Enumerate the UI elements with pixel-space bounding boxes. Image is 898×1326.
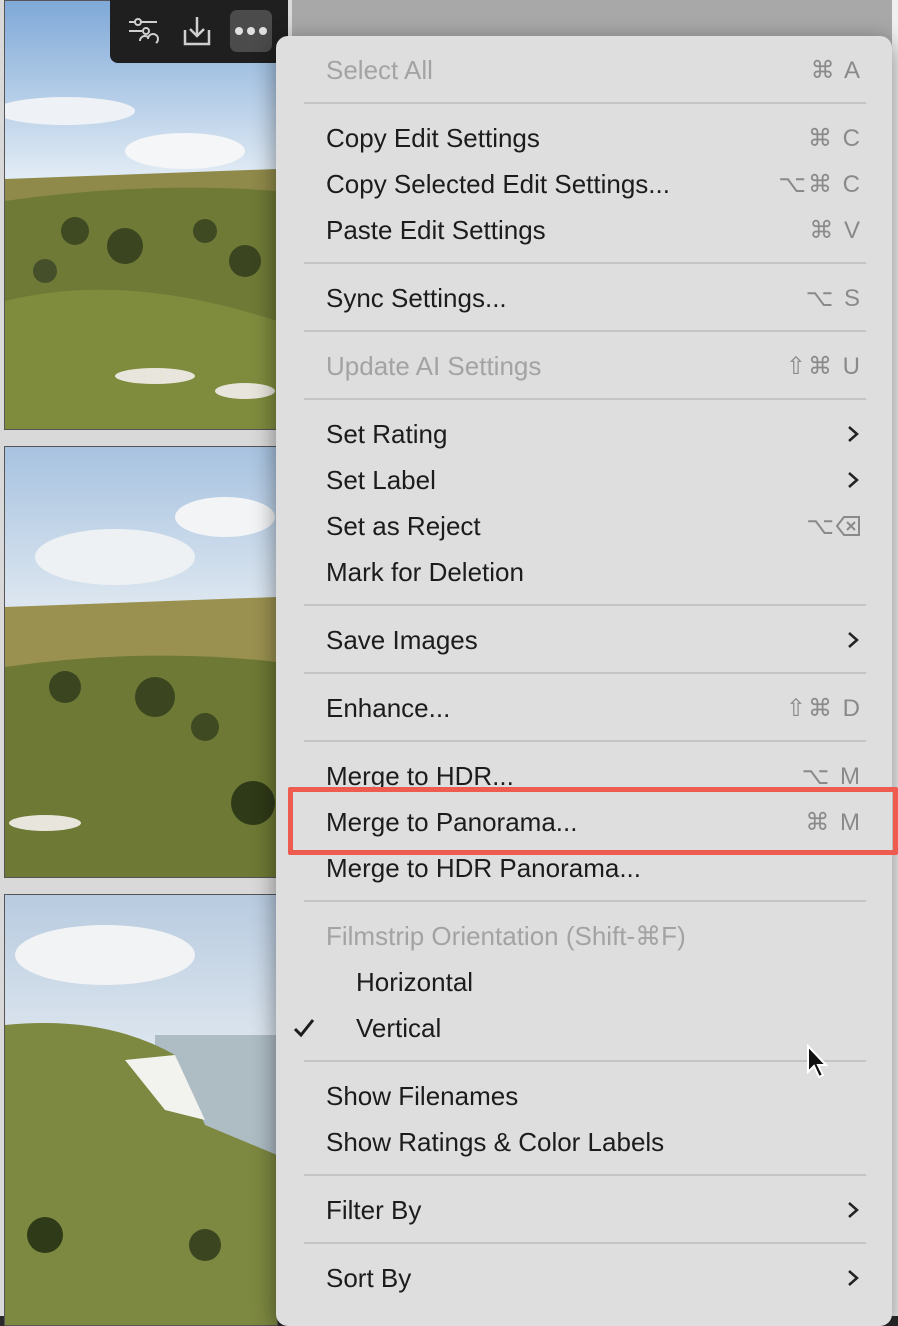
menu-item-copy-selected-edit-settings[interactable]: Copy Selected Edit Settings... ⌥⌘ C xyxy=(326,164,862,204)
mouse-cursor-icon xyxy=(807,1044,829,1079)
chevron-right-icon xyxy=(848,1202,859,1218)
filmstrip-thumbnail[interactable] xyxy=(4,446,278,878)
context-menu: Select All ⌘ A Copy Edit Settings ⌘ C Co… xyxy=(276,36,892,1326)
menu-separator xyxy=(304,330,866,332)
highlight-box xyxy=(288,787,898,855)
filmstrip[interactable] xyxy=(0,0,292,1326)
menu-item-show-filenames[interactable]: Show Filenames xyxy=(326,1076,862,1116)
menu-separator xyxy=(304,398,866,400)
menu-item-copy-edit-settings[interactable]: Copy Edit Settings ⌘ C xyxy=(326,118,862,158)
menu-item-paste-edit-settings[interactable]: Paste Edit Settings ⌘ V xyxy=(326,210,862,250)
menu-item-mark-for-deletion[interactable]: Mark for Deletion xyxy=(326,552,862,592)
more-icon[interactable] xyxy=(230,10,272,52)
chevron-right-icon xyxy=(848,632,859,648)
chevron-right-icon xyxy=(848,1270,859,1286)
chevron-right-icon xyxy=(848,426,859,442)
menu-separator xyxy=(304,604,866,606)
menu-separator xyxy=(304,1060,866,1062)
menu-separator xyxy=(304,1242,866,1244)
menu-separator xyxy=(304,102,866,104)
menu-item-sort-by[interactable]: Sort By xyxy=(326,1258,862,1298)
menu-separator xyxy=(304,262,866,264)
menu-item-enhance[interactable]: Enhance... ⇧⌘ D xyxy=(326,688,862,728)
checkmark-icon xyxy=(293,1019,315,1038)
menu-item-vertical[interactable]: Vertical xyxy=(356,1008,862,1048)
adjust-icon[interactable] xyxy=(122,10,164,52)
menu-separator xyxy=(304,740,866,742)
menu-separator xyxy=(304,900,866,902)
window-edge xyxy=(892,0,898,1316)
filmstrip-thumbnail[interactable] xyxy=(4,894,278,1326)
menu-item-select-all[interactable]: Select All ⌘ A xyxy=(326,50,862,90)
menu-item-filter-by[interactable]: Filter By xyxy=(326,1190,862,1230)
menu-item-update-ai-settings[interactable]: Update AI Settings ⇧⌘ U xyxy=(326,346,862,386)
import-icon[interactable] xyxy=(176,10,218,52)
menu-item-set-label[interactable]: Set Label xyxy=(326,460,862,500)
menu-heading-filmstrip-orientation: Filmstrip Orientation (Shift-⌘F) xyxy=(326,920,686,951)
menu-item-horizontal[interactable]: Horizontal xyxy=(356,962,862,1002)
filmstrip-toolbar xyxy=(110,0,288,63)
menu-item-show-ratings-color-labels[interactable]: Show Ratings & Color Labels xyxy=(326,1122,862,1162)
chevron-right-icon xyxy=(848,472,859,488)
menu-item-save-images[interactable]: Save Images xyxy=(326,620,862,660)
filmstrip-thumbnail[interactable] xyxy=(4,0,278,430)
menu-item-sync-settings[interactable]: Sync Settings... ⌥ S xyxy=(326,278,862,318)
menu-separator xyxy=(304,1174,866,1176)
menu-item-set-rating[interactable]: Set Rating xyxy=(326,414,862,454)
delete-key-icon xyxy=(836,516,860,536)
menu-separator xyxy=(304,672,866,674)
menu-item-set-as-reject[interactable]: Set as Reject ⌥ xyxy=(326,506,862,546)
